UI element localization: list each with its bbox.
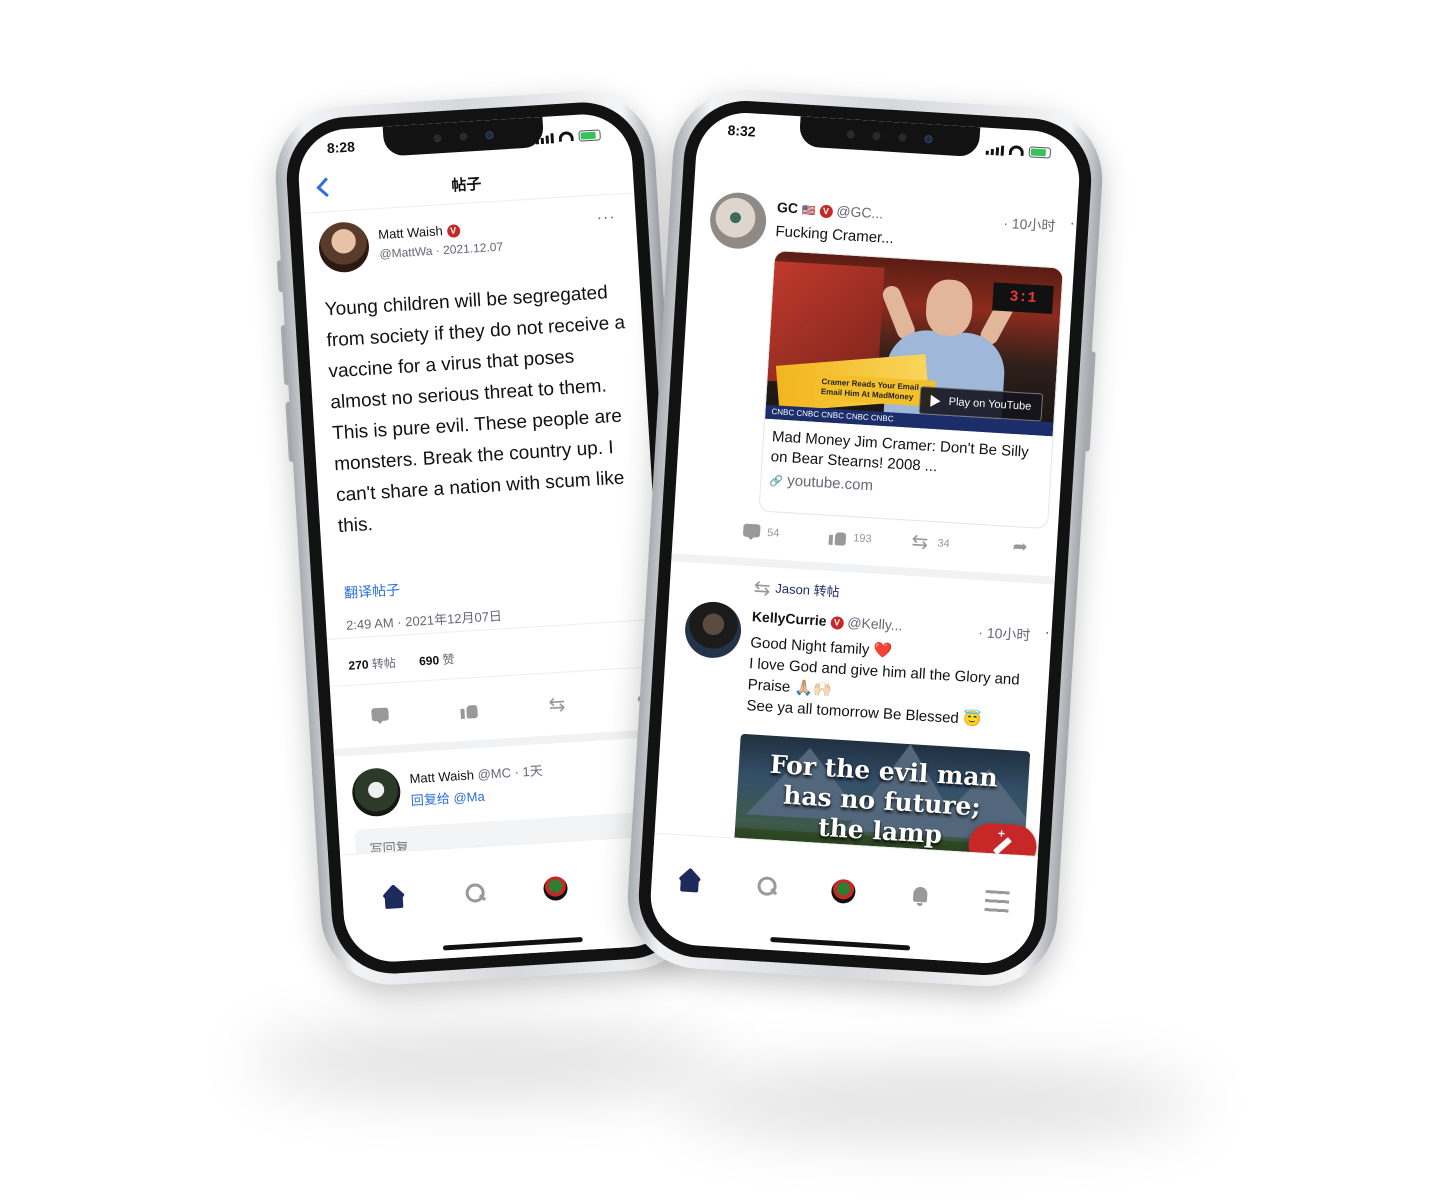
post-time: · 10小时 — [1002, 214, 1056, 235]
top-bar: 帖子 — [298, 151, 635, 214]
reply-author[interactable]: Matt Waish — [409, 767, 474, 786]
app-logo-icon[interactable] — [542, 875, 568, 902]
search-icon[interactable] — [754, 874, 779, 899]
battery-icon — [578, 128, 601, 142]
divider — [333, 728, 668, 757]
reply-to-label: 回复给 — [410, 790, 451, 809]
likes-count: 193 — [852, 532, 872, 546]
phone-right-screen: 8:32 GC 🇺🇸 V @GC... · 10小时 ··· Fucking Cr… — [647, 110, 1083, 966]
author-handle: @GC... — [835, 202, 884, 222]
app-logo-icon[interactable] — [830, 878, 857, 905]
post-time: · 10小时 — [977, 624, 1031, 644]
verified-badge-icon: V — [819, 204, 833, 219]
author-name[interactable]: Matt Waish — [378, 223, 443, 242]
like-icon[interactable] — [460, 702, 479, 719]
verified-badge-icon: V — [830, 615, 844, 630]
search-icon[interactable] — [461, 881, 486, 906]
comment-icon[interactable] — [371, 707, 390, 724]
post-body: Young children will be segregated from s… — [324, 282, 626, 538]
status-icons — [535, 123, 601, 149]
wifi-icon — [1008, 145, 1025, 156]
link-icon: 🔗 — [768, 475, 784, 488]
author-handle: @MattWa — [379, 243, 433, 262]
author-name[interactable]: GC — [777, 199, 799, 216]
repost-icon[interactable] — [548, 697, 567, 714]
avatar[interactable] — [683, 600, 743, 660]
handle-date: @MattWa · 2021.12.07 — [379, 240, 503, 262]
translate-link[interactable]: 翻译帖子 — [343, 579, 401, 602]
comment-icon[interactable] — [743, 524, 762, 541]
status-icons — [985, 138, 1052, 164]
post-text: Fucking Cramer... — [775, 222, 895, 248]
wifi-icon — [558, 131, 574, 142]
avatar[interactable] — [708, 191, 768, 251]
video-domain[interactable]: youtube.com — [787, 472, 874, 494]
repost-icon[interactable] — [911, 534, 930, 551]
reply-avatar[interactable] — [350, 766, 402, 818]
likes-label[interactable]: 赞 — [442, 652, 455, 667]
action-bar — [371, 691, 655, 724]
reply-to: 回复给 @Ma — [410, 786, 485, 809]
phone-left-screen: 8:28 帖子 Matt Waish V @MattWa · 2021.12.07… — [295, 111, 681, 965]
reposts-count: 34 — [937, 537, 951, 551]
author-row: Matt Waish V — [378, 222, 461, 242]
scene-head — [924, 278, 974, 338]
avatar[interactable] — [317, 220, 371, 274]
reply-handle: @MC · 1天 — [477, 763, 544, 783]
like-icon[interactable] — [829, 529, 848, 546]
battery-icon — [1028, 145, 1052, 159]
flag-icon: 🇺🇸 — [801, 204, 816, 218]
repost-icon — [753, 580, 772, 597]
author-name[interactable]: KellyCurrie — [752, 608, 828, 629]
video-card[interactable]: 3:1 Cramer Reads Your Email Email Him At… — [758, 249, 1064, 530]
floor-shadow-left — [250, 1030, 720, 1094]
verified-badge-icon: V — [446, 224, 461, 238]
repost-indicator: Jason 转帖 — [753, 576, 840, 601]
floor-shadow-right — [680, 1070, 1200, 1136]
reply-header: Matt Waish @MC · 1天 — [409, 760, 543, 787]
signal-icon — [985, 143, 1005, 156]
menu-icon[interactable] — [983, 890, 1010, 916]
reply-to-handle[interactable]: @Ma — [453, 789, 485, 806]
compose-pencil-icon — [992, 837, 1012, 855]
home-icon[interactable] — [677, 869, 702, 894]
status-time: 8:28 — [326, 138, 356, 157]
scene-clock: 3:1 — [992, 282, 1054, 314]
share-icon[interactable] — [1012, 540, 1031, 557]
phone-right: 8:32 GC 🇺🇸 V @GC... · 10小时 ··· Fucking Cr… — [623, 85, 1107, 991]
author-handle: @Kelly... — [846, 614, 904, 634]
signal-icon — [535, 132, 554, 144]
reposts-count: 270 — [348, 657, 369, 673]
post-text: Good Night family ❤️ I love God and give… — [746, 632, 1041, 734]
video-thumbnail: 3:1 Cramer Reads Your Email Email Him At… — [765, 250, 1063, 437]
divider — [671, 553, 1055, 585]
status-time: 8:32 — [727, 121, 757, 140]
post1-actions: 54 193 34 — [743, 524, 1031, 558]
page-title: 帖子 — [450, 175, 482, 195]
home-icon[interactable] — [381, 886, 406, 911]
repost-by[interactable]: Jason 转帖 — [775, 581, 840, 600]
more-options-icon[interactable]: ··· — [596, 209, 616, 228]
notifications-bell-icon[interactable] — [907, 883, 932, 908]
post-date: · 2021.12.07 — [435, 239, 504, 258]
likes-count: 690 — [418, 653, 440, 669]
comments-count: 54 — [766, 527, 780, 540]
reposts-label[interactable]: 转帖 — [371, 656, 396, 671]
